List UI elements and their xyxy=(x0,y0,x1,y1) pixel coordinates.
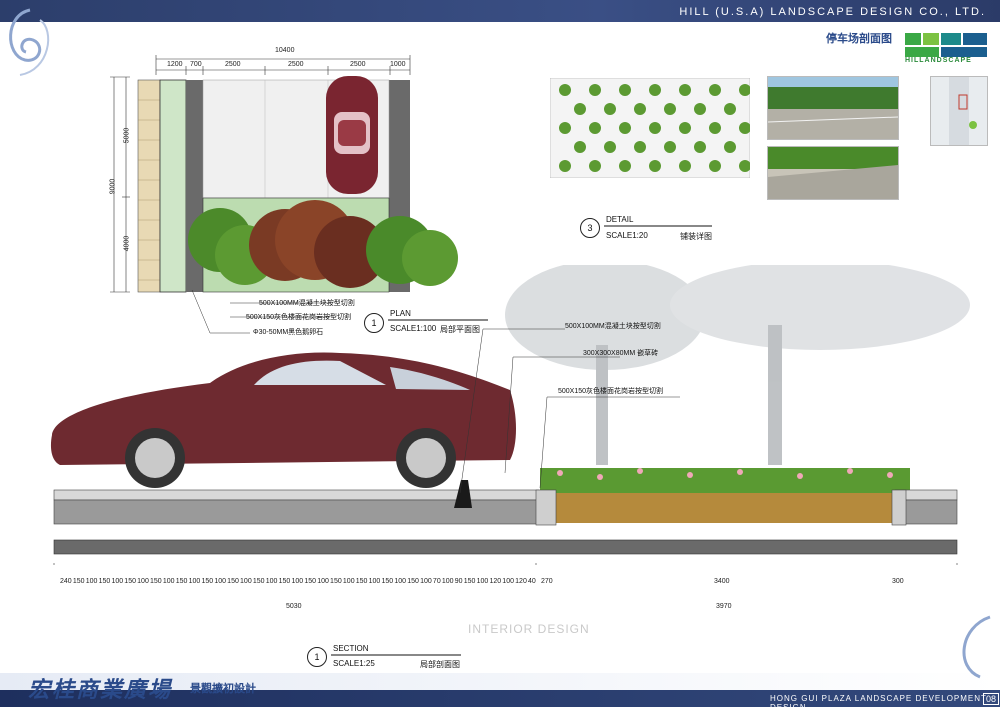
section-dim-left-27: 150 xyxy=(407,578,419,585)
watermark: INTERIOR DESIGN xyxy=(468,622,590,636)
section-dim-left-21: 150 xyxy=(330,578,342,585)
section-dim-left-30: 100 xyxy=(441,578,454,585)
key-plan-thumbnail xyxy=(930,76,988,146)
plan-drawing xyxy=(100,40,520,300)
swirl-ornament-icon xyxy=(9,8,50,76)
section-dim-left-4: 100 xyxy=(111,578,124,585)
paving-detail xyxy=(550,78,750,178)
logo-text: HILLANDSCAPE xyxy=(905,57,972,64)
section-dim-left-34: 120 xyxy=(489,578,502,585)
section-dim-left-29: 70 xyxy=(432,578,441,585)
car-plan xyxy=(326,76,378,194)
section-dim-left-37: 40 xyxy=(528,578,536,585)
section-cn: 局部剖面图 xyxy=(420,660,460,669)
section-dim-270: 270 xyxy=(541,578,553,585)
section-total-right: 3970 xyxy=(716,603,732,610)
detail-scale: SCALE1:20 xyxy=(606,231,648,240)
section-leaders xyxy=(459,328,680,494)
project-name: 宏桂商業廣場 xyxy=(28,677,173,702)
section-dim-left-36: 120 xyxy=(515,578,527,585)
plan-dim-2: 700 xyxy=(190,61,202,68)
plan-dim-5: 2500 xyxy=(350,61,366,68)
section-title-rule xyxy=(331,654,461,656)
section-dim-left-9: 150 xyxy=(175,578,188,585)
section-dim-left-31: 90 xyxy=(454,578,463,585)
firm-name: HILL (U.S.A) LANDSCAPE DESIGN CO., LTD. xyxy=(679,6,986,18)
detail-title-rule xyxy=(604,225,712,227)
section-scale: SCALE1:25 xyxy=(333,659,375,668)
plan-svg xyxy=(110,55,458,293)
photo-parking-lot xyxy=(767,76,899,140)
photo-hedge xyxy=(767,146,899,200)
detail-number: 3 xyxy=(580,218,600,238)
section-dims-left: 240 150 100 150 100 150 100 150 100 150 100 150 100 1… xyxy=(60,578,536,585)
section-dim-left-1: 150 xyxy=(72,578,85,585)
page-number: 08 xyxy=(983,693,1000,705)
sheet-title: 停车场剖面图 xyxy=(826,33,892,45)
section-title: SECTION xyxy=(333,644,369,653)
section-dim-left-17: 150 xyxy=(278,578,291,585)
section-dim-left-6: 100 xyxy=(137,578,149,585)
section-dim-left-22: 100 xyxy=(342,578,355,585)
swirl-ornament-right-icon xyxy=(962,615,991,679)
section-dim-left-13: 150 xyxy=(227,578,239,585)
detail-title: DETAIL xyxy=(606,215,634,224)
section-dim-left-19: 150 xyxy=(304,578,317,585)
plan-overall-width: 10400 xyxy=(275,47,295,54)
section-dim-left-5: 150 xyxy=(124,578,136,585)
section-dim-left-3: 150 xyxy=(98,578,111,585)
section-dim-left-25: 150 xyxy=(381,578,394,585)
section-dim-left-32: 150 xyxy=(463,578,476,585)
section-total-left: 5030 xyxy=(286,603,302,610)
plan-dim-4: 2500 xyxy=(288,61,304,68)
plan-dim-6: 1000 xyxy=(390,61,406,68)
car-section xyxy=(50,352,516,488)
section-label-granite: 500X150灰色楼面花岗岩按型切割 xyxy=(558,388,664,395)
plan-dim-left-1: 5000 xyxy=(123,127,131,144)
section-dim-left-10: 100 xyxy=(188,578,201,585)
section-dim-3400: 3400 xyxy=(714,578,730,585)
section-dim-left-35: 100 xyxy=(502,578,514,585)
section-dim-left-15: 150 xyxy=(252,578,265,585)
detail-cn: 铺装详图 xyxy=(680,232,712,241)
section-number: 1 xyxy=(307,647,327,667)
section-dim-left-24: 100 xyxy=(368,578,381,585)
section-dim-left-23: 150 xyxy=(355,578,368,585)
section-dim-left-2: 100 xyxy=(85,578,98,585)
section-dim-left-7: 150 xyxy=(150,578,162,585)
section-dim-left-18: 100 xyxy=(291,578,304,585)
section-dim-left-8: 100 xyxy=(162,578,175,585)
plan-dim-left-2: 4000 xyxy=(123,235,131,252)
section-dim-left-33: 100 xyxy=(476,578,489,585)
section-dim-left-26: 100 xyxy=(394,578,407,585)
section-label-grass-paver: 300X300X80MM 嵌草砖 xyxy=(583,350,659,357)
section-dim-left-12: 100 xyxy=(214,578,226,585)
section-dim-300: 300 xyxy=(892,578,904,585)
plan-dim-3: 2500 xyxy=(225,61,241,68)
project-subtitle: 景觀擴初設計 xyxy=(190,683,256,695)
plan-dim-1: 1200 xyxy=(167,61,183,68)
section-label-concrete: 500X100MM混凝土块按型切割 xyxy=(565,323,661,330)
section-dim-left-20: 100 xyxy=(317,578,329,585)
section-dim-left-16: 100 xyxy=(265,578,278,585)
section-dim-left-0: 240 xyxy=(60,578,72,585)
section-dim-left-28: 100 xyxy=(420,578,432,585)
project-english-name: HONG GUI PLAZA LANDSCAPE DEVELOPMENT DES… xyxy=(770,694,987,712)
section-dim-left-14: 100 xyxy=(240,578,252,585)
section-dim-left-11: 150 xyxy=(201,578,214,585)
plan-overall-height: 9000 xyxy=(109,178,117,195)
